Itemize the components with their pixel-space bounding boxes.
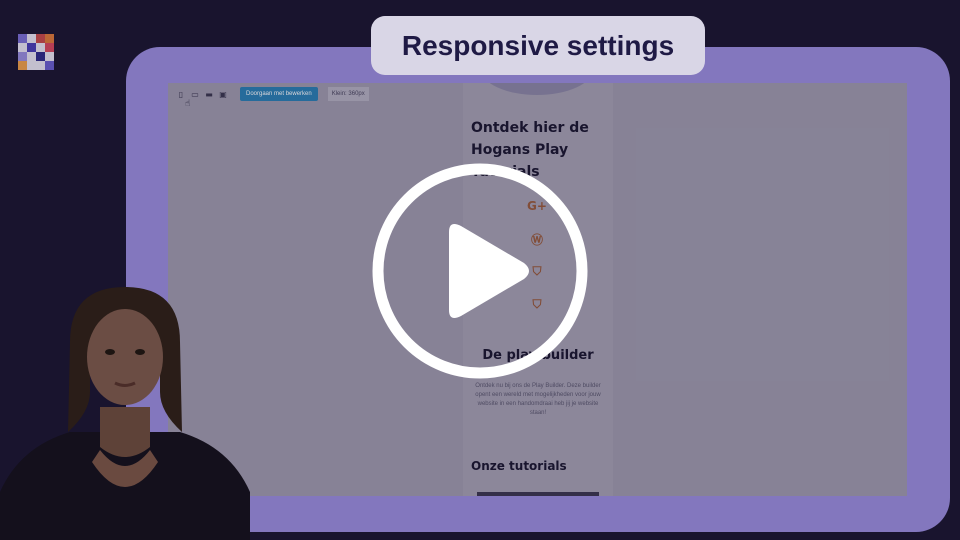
play-button[interactable] xyxy=(371,162,589,380)
presenter-avatar xyxy=(0,287,250,540)
play-icon xyxy=(449,224,529,318)
title-banner: Responsive settings xyxy=(371,16,705,75)
video-title: Responsive settings xyxy=(401,29,675,61)
